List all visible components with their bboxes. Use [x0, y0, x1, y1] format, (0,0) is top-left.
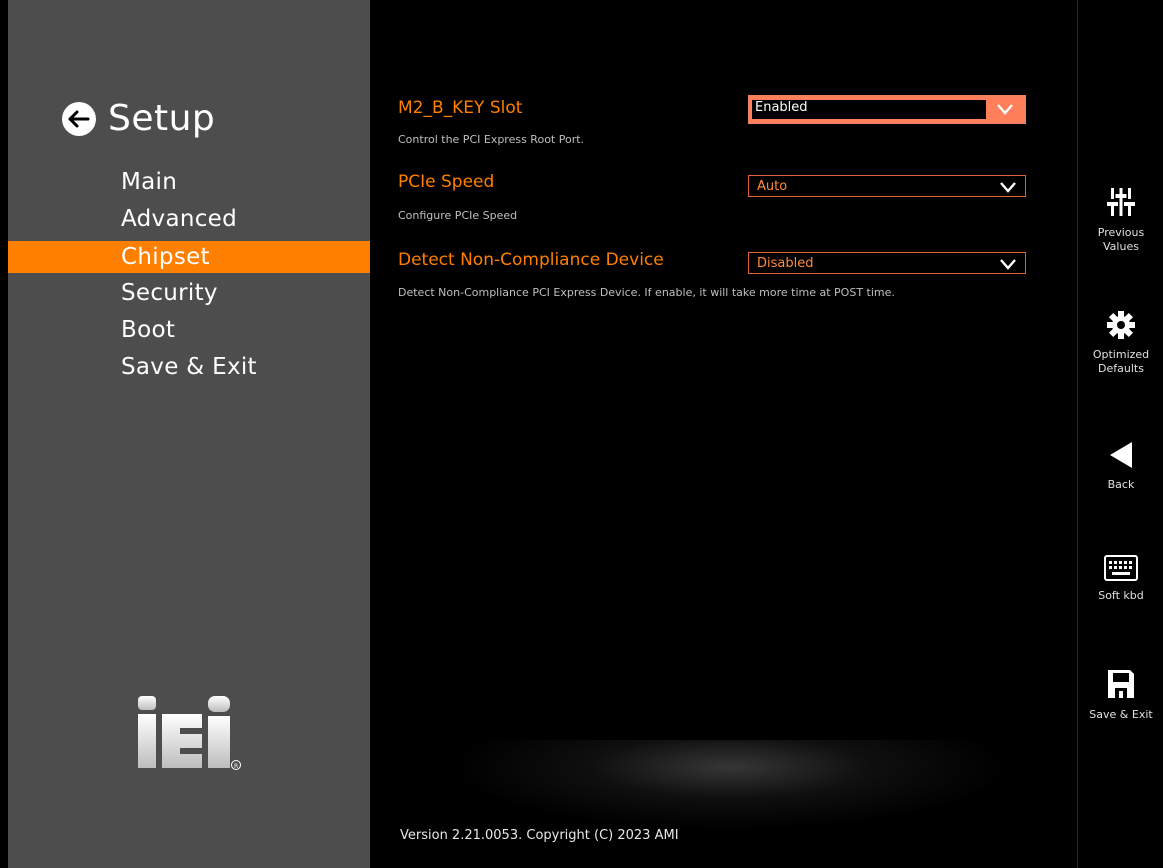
main-menu: Main Advanced Chipset Security Boot Save… — [8, 164, 370, 386]
chevron-down-icon — [999, 179, 1017, 198]
menu-item-chipset[interactable]: Chipset — [8, 241, 370, 273]
chevron-down-icon — [996, 101, 1014, 120]
setting-label-pcie-speed: PCIe Speed — [398, 172, 495, 192]
gear-icon — [1078, 310, 1163, 344]
menu-item-main[interactable]: Main — [8, 164, 370, 201]
pcie-speed-dropdown[interactable]: Auto — [748, 175, 1026, 197]
setup-header: Setup — [62, 98, 215, 139]
menu-item-advanced[interactable]: Advanced — [8, 201, 370, 238]
svg-text:R: R — [234, 763, 238, 770]
m2-b-key-slot-dropdown[interactable]: Enabled — [748, 95, 1026, 124]
detect-non-compliance-dropdown[interactable]: Disabled — [748, 252, 1026, 274]
soft-kbd-button[interactable]: Soft kbd — [1078, 555, 1163, 603]
setting-label-detect-non-compliance: Detect Non-Compliance Device — [398, 250, 664, 270]
main-panel: M2_B_KEY Slot Control the PCI Express Ro… — [370, 0, 1077, 868]
save-exit-label: Save & Exit — [1089, 708, 1153, 721]
back-arrow-icon[interactable] — [62, 101, 96, 136]
setting-label-m2-b-key-slot: M2_B_KEY Slot — [398, 98, 523, 118]
menu-item-boot[interactable]: Boot — [8, 312, 370, 349]
iei-logo: R — [132, 692, 242, 776]
setting-help-detect-non-compliance: Detect Non-Compliance PCI Express Device… — [398, 286, 895, 299]
menu-item-security[interactable]: Security — [8, 275, 370, 312]
setting-help-m2-b-key-slot: Control the PCI Express Root Port. — [398, 133, 585, 146]
optimized-defaults-label: Optimized Defaults — [1092, 348, 1150, 375]
dropdown-value: Enabled — [755, 100, 808, 115]
version-text: Version 2.21.0053. Copyright (C) 2023 AM… — [400, 828, 679, 843]
save-exit-button[interactable]: Save & Exit — [1078, 668, 1163, 722]
back-label: Back — [1107, 478, 1135, 491]
previous-values-label: Previous Values — [1097, 226, 1145, 253]
soft-kbd-label: Soft kbd — [1098, 589, 1144, 602]
menu-item-save-exit[interactable]: Save & Exit — [8, 349, 370, 386]
optimized-defaults-button[interactable]: Optimized Defaults — [1078, 310, 1163, 376]
setting-help-pcie-speed: Configure PCIe Speed — [398, 209, 518, 222]
page-title: Setup — [108, 98, 216, 139]
previous-values-button[interactable]: Previous Values — [1078, 186, 1163, 254]
sidebar: Setup Main Advanced Chipset Security Boo… — [8, 0, 370, 868]
floppy-disk-icon — [1078, 668, 1163, 704]
dropdown-value: Disabled — [757, 256, 814, 271]
background-glow — [450, 740, 1010, 830]
chevron-down-icon — [999, 256, 1017, 275]
keyboard-icon — [1078, 555, 1163, 585]
back-button[interactable]: Back — [1078, 440, 1163, 492]
triangle-left-icon — [1078, 440, 1163, 474]
right-toolbar: Previous Values Optimized Defaults Back … — [1077, 0, 1163, 868]
dropdown-value: Auto — [757, 179, 788, 194]
sliders-icon — [1078, 186, 1163, 222]
